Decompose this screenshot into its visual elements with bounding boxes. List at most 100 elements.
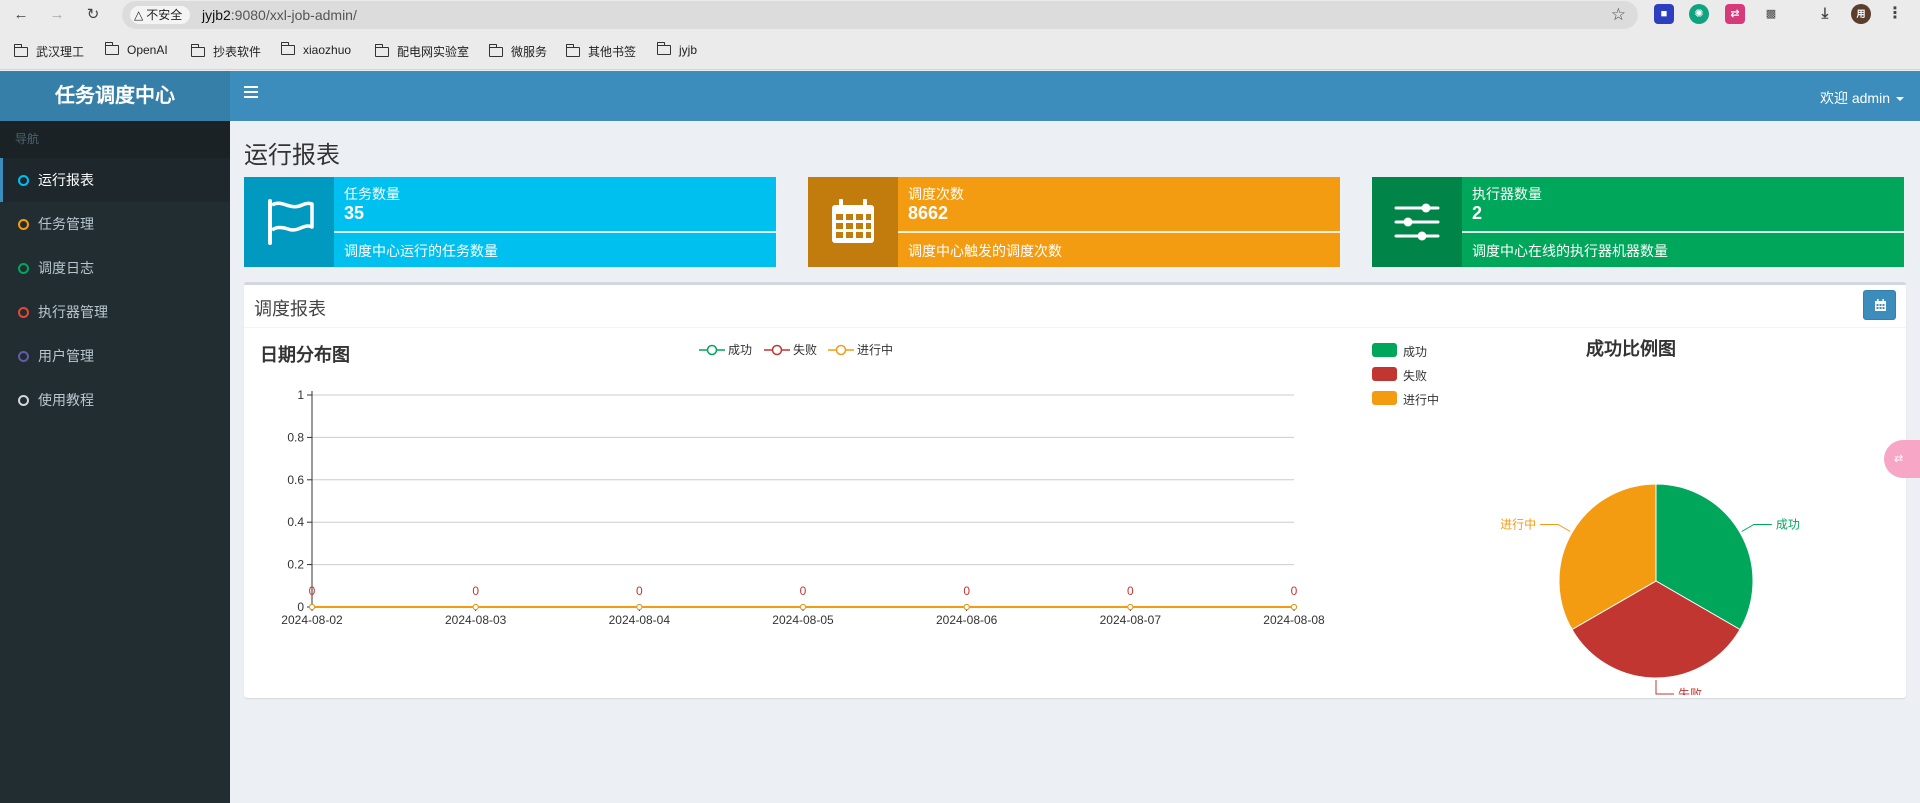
browser-menu-icon[interactable]: ⋮ (1885, 4, 1905, 24)
circle-icon (18, 219, 29, 230)
legend-swatch-success[interactable] (1372, 343, 1397, 357)
info-desc: 调度中心在线的执行器机器数量 (1472, 243, 1668, 259)
bookmark-folder[interactable]: 微服务 (488, 43, 547, 60)
data-point (800, 604, 806, 610)
folder-icon (656, 42, 671, 55)
bookmark-folder[interactable]: xiaozhuo (280, 42, 351, 57)
app-logo[interactable]: 任务调度中心 (0, 71, 230, 121)
url-text[interactable]: jyjb2:9080/xxl-job-admin/ (202, 7, 357, 23)
translate-floating-icon[interactable]: ⇄ (1884, 440, 1920, 478)
pie-legend-running[interactable]: 进行中 (1403, 391, 1439, 408)
legend-swatch-failure[interactable] (1372, 367, 1397, 381)
folder-icon (280, 42, 295, 55)
pie-chart: 成功失败 进行中 (1500, 483, 1800, 695)
y-tick-label: 0.6 (287, 473, 304, 487)
pie-chart-title: 成功比例图 (1586, 339, 1676, 359)
sliders-icon (1372, 177, 1462, 267)
sidebar-header: 导航 (0, 121, 230, 158)
browser-toolbar: ← → ↻ △ 不安全 jyjb2:9080/xxl-job-admin/ ☆ ■… (0, 0, 1920, 30)
data-label: 0 (309, 584, 316, 598)
date-range-button[interactable] (1863, 290, 1896, 320)
pie-label: 成功 (1776, 518, 1800, 532)
progress-bar (1462, 231, 1904, 233)
data-label: 0 (963, 584, 970, 598)
back-icon[interactable]: ← (10, 4, 32, 26)
progress-bar (334, 231, 776, 233)
line-chart-title: 日期分布图 (260, 345, 350, 365)
security-chip[interactable]: △ 不安全 (130, 6, 191, 24)
pie-label-line (1540, 524, 1571, 532)
x-tick-label: 2024-08-08 (1263, 613, 1325, 627)
address-bar[interactable]: △ 不安全 jyjb2:9080/xxl-job-admin/ ☆ (122, 1, 1638, 29)
extension-paw-icon[interactable]: ■ (1654, 4, 1674, 24)
sidebar-item-run-report[interactable]: 运行报表 (0, 158, 230, 202)
data-point (963, 604, 970, 610)
data-label: 0 (1127, 584, 1134, 598)
legend-item-success[interactable]: 成功 (699, 341, 752, 358)
data-point (472, 604, 479, 610)
legend-item-running[interactable]: 进行中 (828, 341, 893, 358)
page-title: 运行报表 (244, 142, 340, 169)
data-label: 0 (800, 584, 807, 598)
calendar-icon (1875, 299, 1886, 311)
extension-openai-icon[interactable]: ✺ (1689, 4, 1709, 24)
pie-legend-success[interactable]: 成功 (1403, 343, 1427, 360)
line-chart: 0 0.2 0.4 0.6 0.8 1 2024-08-02 2024-08-03 2024-0… (281, 388, 1325, 627)
x-tick-label: 2024-08-07 (1100, 613, 1162, 627)
extension-translate-icon[interactable]: ⇄ (1725, 4, 1745, 24)
info-desc: 调度中心触发的调度次数 (908, 243, 1062, 259)
info-label: 调度次数 (908, 186, 964, 202)
legend-swatch-running[interactable] (1372, 391, 1397, 405)
sidebar-item-job-manage[interactable]: 任务管理 (0, 202, 230, 246)
sidebar-item-job-log[interactable]: 调度日志 (0, 246, 230, 290)
data-label: 0 (1291, 584, 1298, 598)
circle-icon (18, 307, 29, 318)
top-navbar: 欢迎 admin (230, 71, 1920, 121)
welcome-label: 欢迎 admin (1819, 90, 1890, 106)
download-icon[interactable]: ⤓ (1815, 4, 1835, 24)
reload-icon[interactable]: ↻ (82, 4, 104, 26)
sidebar-toggle-icon[interactable] (244, 86, 258, 98)
y-tick-label: 0 (297, 600, 304, 614)
circle-icon (18, 351, 29, 362)
bookmark-folder[interactable]: 武汉理工 (13, 43, 84, 60)
extensions-puzzle-icon[interactable]: ▩ (1761, 4, 1781, 24)
sidebar-item-executor-manage[interactable]: 执行器管理 (0, 290, 230, 334)
info-label: 执行器数量 (1472, 186, 1542, 202)
bookmark-folder[interactable]: 其他书签 (565, 43, 636, 60)
panel-title: 调度报表 (254, 299, 326, 319)
x-tick-label: 2024-08-04 (609, 613, 671, 627)
progress-bar (898, 231, 1340, 233)
x-tick-label: 2024-08-05 (772, 613, 834, 627)
info-box-trigger-count: 调度次数 8662 调度中心触发的调度次数 (808, 177, 1340, 267)
user-menu[interactable]: 欢迎 admin (1820, 88, 1904, 108)
data-point (309, 604, 315, 610)
info-box-executor-count: 执行器数量 2 调度中心在线的执行器机器数量 (1372, 177, 1904, 267)
folder-icon (104, 42, 119, 55)
y-tick-label: 1 (297, 388, 304, 402)
pie-label-line (1741, 524, 1772, 532)
info-value: 8662 (908, 203, 949, 223)
bookmark-folder[interactable]: 抄表软件 (190, 43, 261, 60)
bookmark-star-icon[interactable]: ☆ (1611, 5, 1626, 25)
bookmark-folder[interactable]: 配电网实验室 (374, 43, 469, 60)
sidebar-item-user-manage[interactable]: 用户管理 (0, 334, 230, 378)
pie-label-line (1655, 680, 1674, 695)
circle-icon (18, 263, 29, 274)
legend-item-failure[interactable]: 失败 (764, 341, 817, 358)
info-value: 2 (1472, 203, 1483, 223)
calendar-icon (808, 177, 898, 267)
x-tick-label: 2024-08-06 (936, 613, 998, 627)
bookmark-folder[interactable]: jyjb (656, 42, 697, 57)
forward-icon[interactable]: → (46, 4, 68, 26)
data-label: 0 (472, 584, 479, 598)
pie-label: 失败 (1678, 686, 1702, 695)
x-tick-label: 2024-08-03 (445, 613, 507, 627)
pie-legend-failure[interactable]: 失败 (1403, 367, 1427, 384)
data-label: 0 (636, 584, 643, 598)
bookmark-folder[interactable]: OpenAI (104, 42, 168, 57)
report-panel: 调度报表 日期分布图 成功 失败 进行中 0 0.2 0.4 0.6 0.8 1 2024-… (244, 282, 1906, 698)
sidebar-item-help[interactable]: 使用教程 (0, 378, 230, 422)
flag-icon (244, 177, 334, 267)
profile-avatar[interactable]: 用 (1851, 4, 1871, 24)
